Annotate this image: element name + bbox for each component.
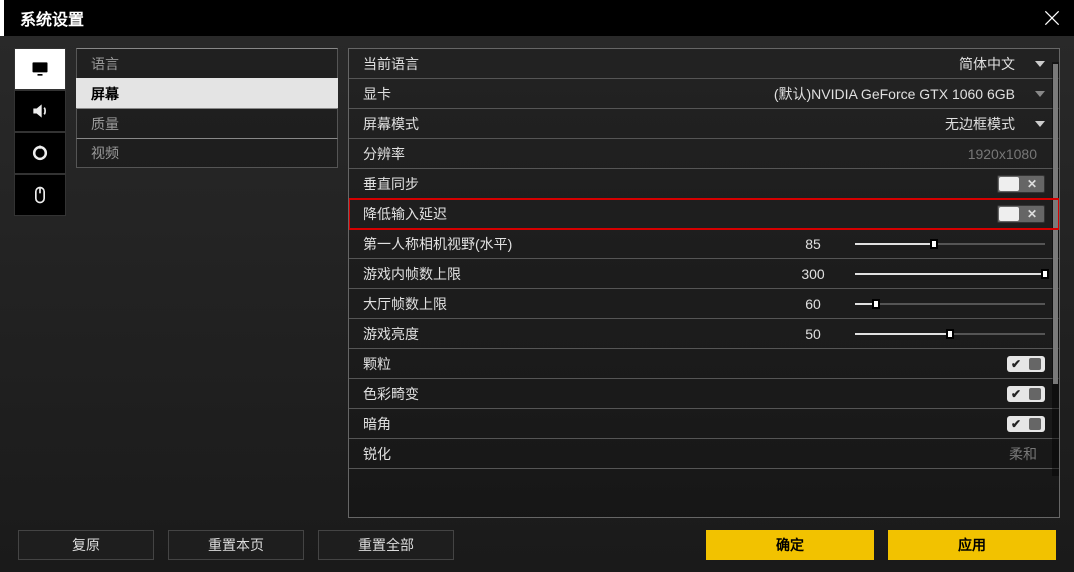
settings-panel: 当前语言 简体中文显卡 (默认)NVIDIA GeForce GTX 1060 6G… [348,48,1060,518]
slider[interactable] [855,327,1045,341]
tri-check[interactable]: ✔ [1007,416,1045,432]
slider-thumb[interactable] [1041,269,1049,279]
sub-item-label: 视频 [91,143,119,163]
setting-row-11: 色彩畸变 ✔ [349,379,1059,409]
close-icon [1042,8,1062,28]
close-button[interactable] [1040,6,1064,30]
setting-row-5: 降低输入延迟 ✕ [349,199,1059,229]
setting-row-4: 垂直同步 ✕ [349,169,1059,199]
slider-wrap: 60 [783,296,1045,312]
sub-item-3[interactable]: 视频 [76,138,338,168]
restore-button[interactable]: 复原 [18,530,154,560]
tri-box [1029,388,1041,400]
toggle-knob [999,177,1019,191]
slider-thumb[interactable] [930,239,938,249]
slider[interactable] [855,237,1045,251]
setting-row-6: 第一人称相机视野(水平) 85 [349,229,1059,259]
check-icon: ✔ [1011,387,1021,401]
row-value: 柔和 [1009,444,1045,464]
footer: 复原 重置本页 重置全部 确定 应用 [0,518,1074,572]
side-icon-circle[interactable] [14,132,66,174]
circle-icon [30,143,50,163]
mouse-icon [30,185,50,205]
row-label: 第一人称相机视野(水平) [363,234,543,254]
slider-thumb[interactable] [946,329,954,339]
row-value[interactable]: (默认)NVIDIA GeForce GTX 1060 6GB [774,84,1023,104]
tri-box [1029,418,1041,430]
setting-row-3: 分辨率 1920x1080 [349,139,1059,169]
row-label: 游戏亮度 [363,324,543,344]
chevron-down-icon[interactable] [1035,121,1045,127]
tri-check[interactable]: ✔ [1007,386,1045,402]
row-label: 降低输入延迟 [363,204,543,224]
header-title: 系统设置 [20,6,84,30]
chevron-down-icon[interactable] [1035,61,1045,67]
apply-button[interactable]: 应用 [888,530,1056,560]
slider-wrap: 50 [783,326,1045,342]
setting-row-12: 暗角 ✔ [349,409,1059,439]
slider-wrap: 300 [783,266,1045,282]
slider-wrap: 85 [783,236,1045,252]
row-value[interactable]: 简体中文 [959,54,1023,74]
setting-row-8: 大厅帧数上限 60 [349,289,1059,319]
side-icon-mouse[interactable] [14,174,66,216]
row-label: 垂直同步 [363,174,543,194]
row-label: 屏幕模式 [363,114,543,134]
header-bar: 系统设置 [0,0,1074,36]
slider-value: 60 [783,296,843,312]
scrollbar[interactable] [1052,62,1059,476]
tri-check[interactable]: ✔ [1007,356,1045,372]
chevron-down-icon[interactable] [1035,91,1045,97]
slider-value: 300 [783,266,843,282]
check-icon: ✔ [1011,417,1021,431]
row-label: 色彩畸变 [363,384,543,404]
row-label: 暗角 [363,414,543,434]
side-icon-monitor[interactable] [14,48,66,90]
setting-row-1: 显卡 (默认)NVIDIA GeForce GTX 1060 6GB [349,79,1059,109]
toggle-off-icon: ✕ [1027,176,1037,192]
sub-item-1[interactable]: 屏幕 [76,78,338,108]
setting-row-7: 游戏内帧数上限 300 [349,259,1059,289]
slider-value: 50 [783,326,843,342]
row-value: 1920x1080 [968,146,1045,162]
slider-thumb[interactable] [872,299,880,309]
slider-value: 85 [783,236,843,252]
sub-item-label: 屏幕 [91,84,119,104]
row-label: 显卡 [363,84,543,104]
tri-box [1029,358,1041,370]
setting-row-9: 游戏亮度 50 [349,319,1059,349]
reset-all-button[interactable]: 重置全部 [318,530,454,560]
volume-icon [30,101,50,121]
row-label: 锐化 [363,444,543,464]
check-icon: ✔ [1011,357,1021,371]
toggle-switch[interactable]: ✕ [997,205,1045,223]
row-label: 分辨率 [363,144,543,164]
setting-row-10: 颗粒 ✔ [349,349,1059,379]
reset-page-button[interactable]: 重置本页 [168,530,304,560]
sub-item-2[interactable]: 质量 [76,108,338,138]
confirm-button[interactable]: 确定 [706,530,874,560]
side-icon-column [14,48,66,518]
row-label: 游戏内帧数上限 [363,264,543,284]
setting-row-0: 当前语言 简体中文 [349,49,1059,79]
row-label: 颗粒 [363,354,543,374]
toggle-off-icon: ✕ [1027,206,1037,222]
side-icon-volume[interactable] [14,90,66,132]
monitor-icon [30,59,50,79]
slider[interactable] [855,267,1045,281]
setting-row-13: 锐化 柔和 [349,439,1059,469]
sub-item-label: 语言 [91,54,119,74]
row-label: 当前语言 [363,54,543,74]
row-label: 大厅帧数上限 [363,294,543,314]
sub-item-label: 质量 [91,114,119,134]
toggle-switch[interactable]: ✕ [997,175,1045,193]
row-value[interactable]: 无边框模式 [945,114,1023,134]
sub-menu: 语言屏幕质量视频 [76,48,338,518]
slider[interactable] [855,297,1045,311]
sub-item-0[interactable]: 语言 [76,48,338,78]
setting-row-2: 屏幕模式 无边框模式 [349,109,1059,139]
toggle-knob [999,207,1019,221]
